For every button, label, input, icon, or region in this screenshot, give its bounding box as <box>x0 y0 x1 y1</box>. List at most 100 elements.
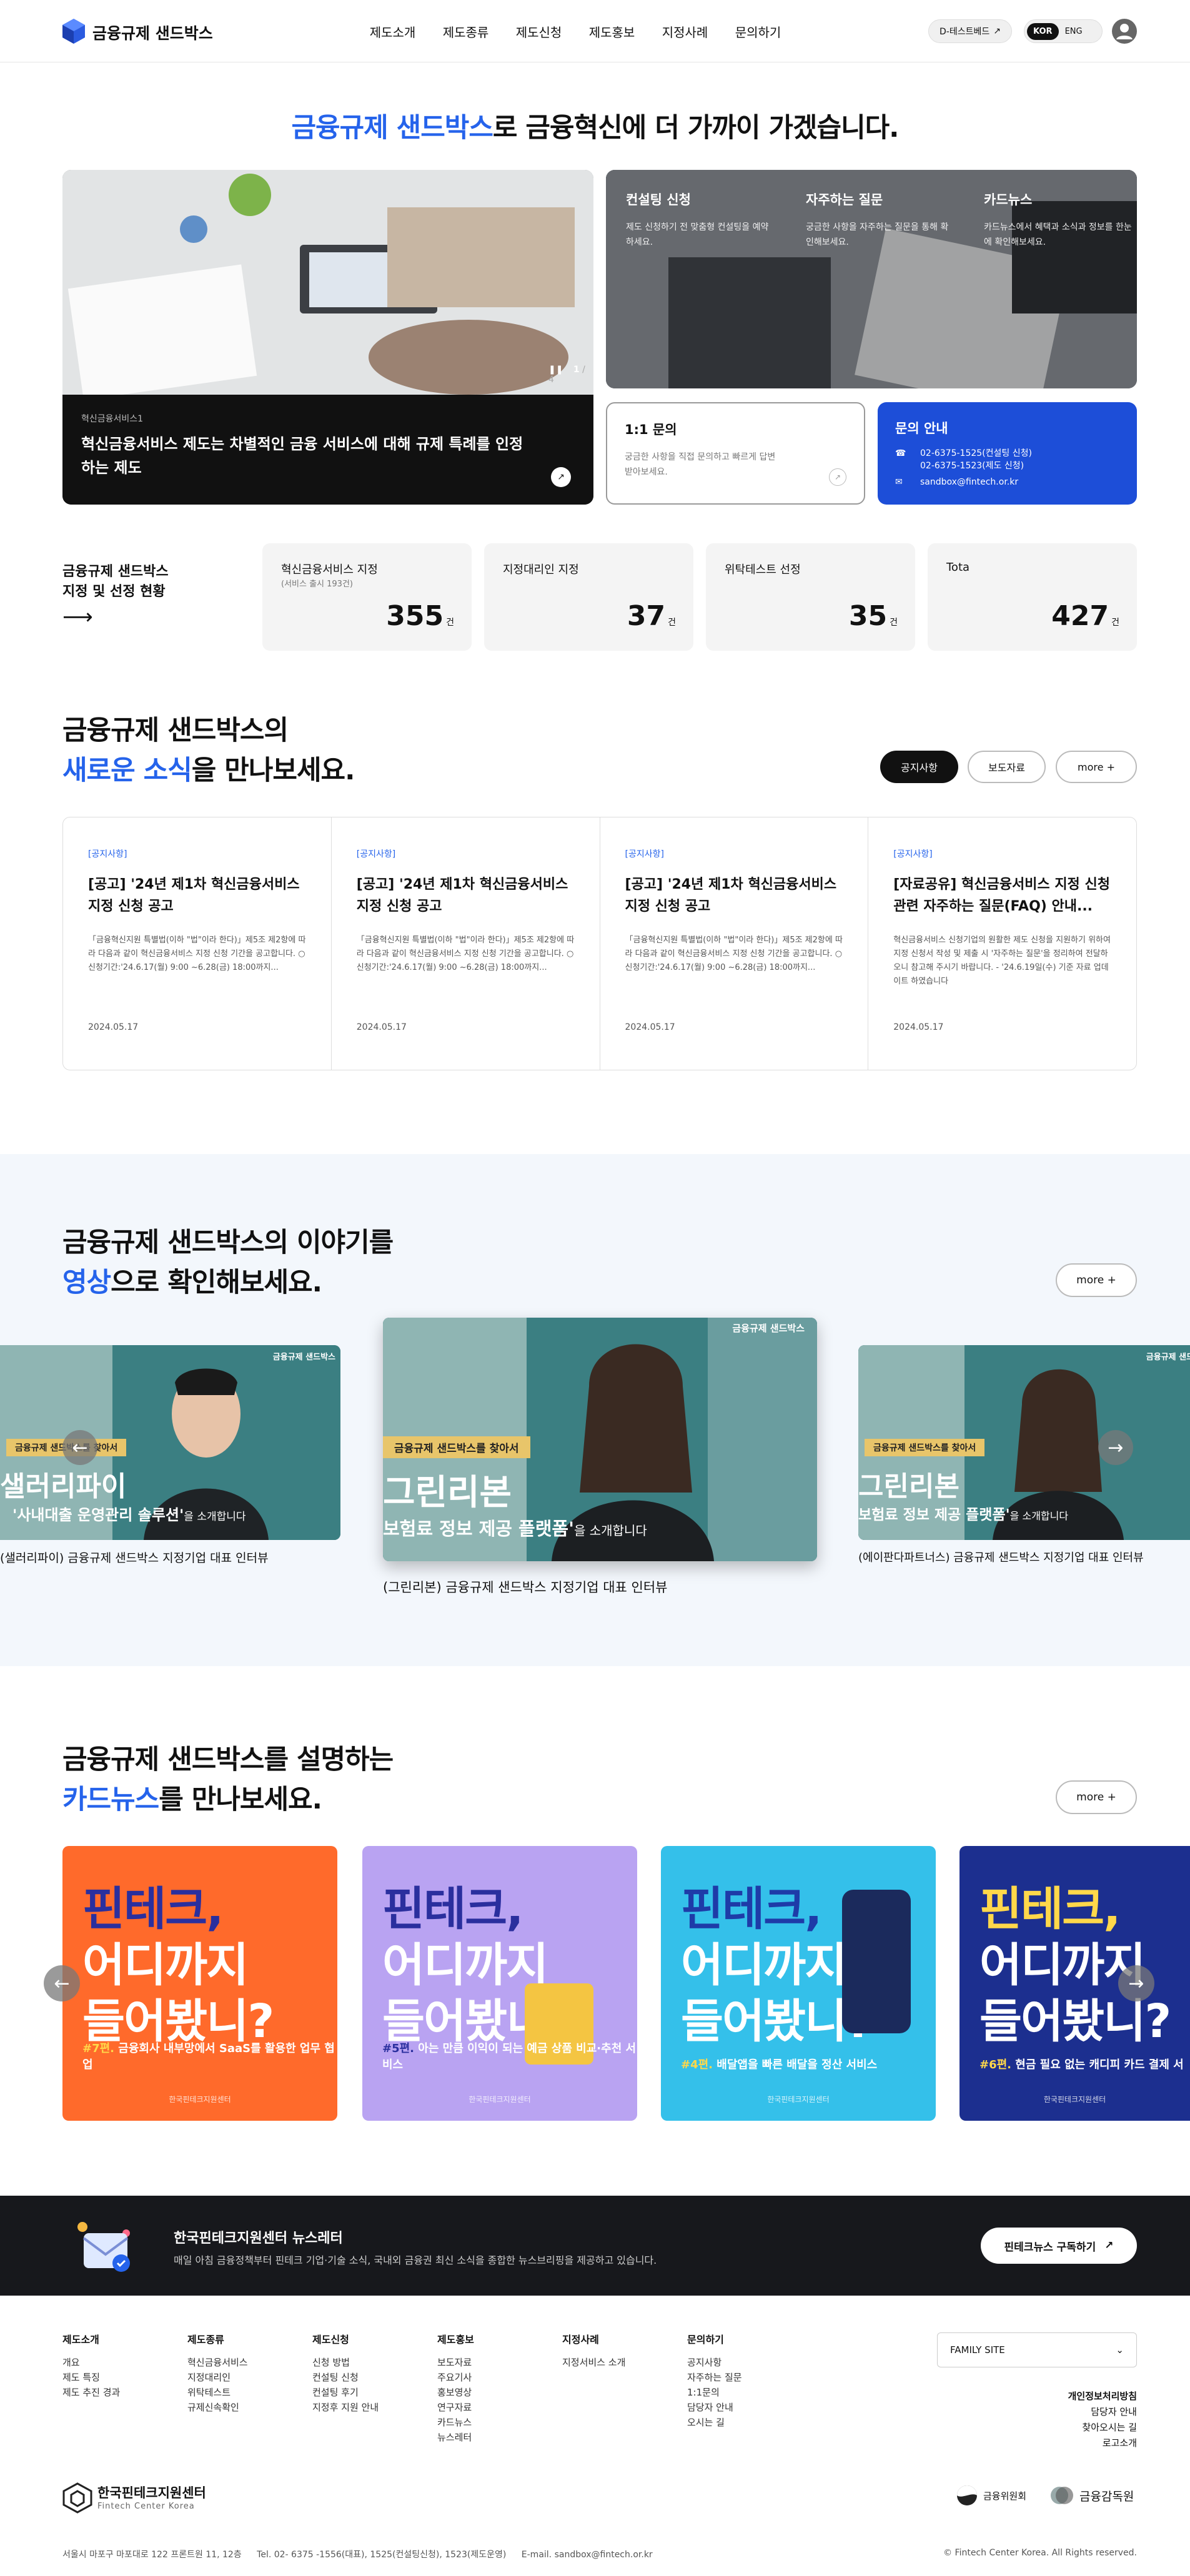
footer-link[interactable]: 홍보영상 <box>437 2385 474 2400</box>
footer-col: 제도종류 혁신금융서비스 지정대리인 위탁테스트 규제신속확인 <box>187 2331 248 2415</box>
lang-kor[interactable]: KOR <box>1027 22 1059 40</box>
user-icon[interactable] <box>1112 19 1137 44</box>
footer-link[interactable]: 제도 추진 경과 <box>62 2385 120 2400</box>
footer-link[interactable]: 자주하는 질문 <box>687 2370 742 2385</box>
footer-col-title[interactable]: 제도홍보 <box>437 2331 474 2346</box>
video-slogan: 보험료 정보 제공 플랫폼'을 소개합니다 <box>383 1514 647 1541</box>
lang-eng[interactable]: ENG <box>1065 27 1083 36</box>
video-thumbnail[interactable]: 금융규제 샌드박스 금융규제 샌드박스를 찾아서 샐러리파이 '사내대출 운영관… <box>0 1345 340 1540</box>
video-thumbnail[interactable]: 금융규제 샌드박스 금융규제 샌드박스를 찾아서 그린리본 보험료 정보 제공 … <box>383 1318 817 1561</box>
footer-col-title[interactable]: 지정사례 <box>562 2331 625 2346</box>
video-next-button[interactable]: → <box>1098 1430 1133 1465</box>
partner-fss[interactable]: 금융감독원 <box>1049 2484 1134 2507</box>
footer-link[interactable]: 담당자 안내 <box>937 2404 1137 2420</box>
stat-unit: 건 <box>446 618 454 628</box>
cardnews-headline: 핀테크, <box>979 1882 1121 1936</box>
slide-counter: ❚❚ 1 / 4 <box>548 365 593 385</box>
nav-item[interactable]: 제도종류 <box>429 22 502 41</box>
footer-link[interactable]: 지정대리인 <box>187 2370 248 2385</box>
footer-link[interactable]: 연구자료 <box>437 2400 474 2415</box>
news-item[interactable]: [공지사항] [자료공유] 혁신금융서비스 지정 신청 관련 자주하는 질문(F… <box>868 817 1136 1070</box>
video-company: 그린리본 <box>858 1471 959 1503</box>
test-bed-button[interactable]: D-테스트베드 ↗ <box>928 19 1012 43</box>
menu-faq[interactable]: 자주하는 질문 궁금한 사항을 자주하는 질문을 통해 확인해보세요. <box>806 190 956 250</box>
footer-link[interactable]: 규제신속확인 <box>187 2400 248 2415</box>
news-category: [공지사항] <box>625 849 664 859</box>
partner-fsc[interactable]: 금융위원회 <box>956 2484 1026 2507</box>
news-title: [공고] '24년 제1차 혁신금융서비스 지정 신청 공고 <box>88 877 300 914</box>
nav-item[interactable]: 제도신청 <box>502 22 575 41</box>
arrow-up-right-icon[interactable]: ↗ <box>551 467 571 487</box>
hero-slide[interactable]: ❚❚ 1 / 4 혁신금융서비스1 혁신금융서비스 제도는 차별적인 금융 서비… <box>62 170 593 505</box>
logo-text[interactable]: 금융규제 샌드박스 <box>92 21 213 44</box>
footer-link[interactable]: 혁신금융서비스 <box>187 2355 248 2370</box>
family-site-select[interactable]: FAMILY SITE ⌄ <box>937 2332 1137 2367</box>
privacy-policy-link[interactable]: 개인정보처리방침 <box>937 2389 1137 2404</box>
footer-link[interactable]: 신청 방법 <box>312 2355 379 2370</box>
main-nav: 제도소개 제도종류 제도신청 제도홍보 지정사례 문의하기 <box>356 22 795 41</box>
arrow-right-icon: → <box>1108 1436 1124 1459</box>
news-more-button[interactable]: more + <box>1056 751 1137 783</box>
footer-link[interactable]: 지정후 지원 안내 <box>312 2400 379 2415</box>
footer-link[interactable]: 보도자료 <box>437 2355 474 2370</box>
contact-email[interactable]: sandbox@fintech.or.kr <box>920 477 1018 487</box>
footer-col-title[interactable]: 문의하기 <box>687 2331 742 2346</box>
footer-link[interactable]: 공지사항 <box>687 2355 742 2370</box>
cardnews-item[interactable]: 핀테크, 어디까지 들어봤니? #5편. 아는 만큼 이익이 되는 예금 상품 비교… <box>362 1846 637 2121</box>
stats-title: 금융규제 샌드박스 지정 및 선정 현황 ⟶ <box>62 562 169 628</box>
footer-link[interactable]: 제도 특징 <box>62 2370 120 2385</box>
news-item[interactable]: [공지사항] [공고] '24년 제1차 혁신금융서비스 지정 신청 공고 「금… <box>63 817 332 1070</box>
footer-link[interactable]: 오시는 길 <box>687 2415 742 2430</box>
video-prev-button[interactable]: ← <box>62 1430 97 1465</box>
footer-link[interactable]: 주요기사 <box>437 2370 474 2385</box>
video-slogan-main: '사내대출 운영관리 솔루션' <box>12 1506 184 1524</box>
footer-link[interactable]: 개요 <box>62 2355 120 2370</box>
stat-unit: 건 <box>668 618 676 628</box>
news-item[interactable]: [공지사항] [공고] '24년 제1차 혁신금융서비스 지정 신청 공고 「금… <box>332 817 600 1070</box>
video-more-button[interactable]: more + <box>1056 1263 1137 1297</box>
footer-col-title[interactable]: 제도소개 <box>62 2331 120 2346</box>
footer-link[interactable]: 카드뉴스 <box>437 2415 474 2430</box>
video-thumbnail[interactable]: 금융규제 샌드박스 금융규제 샌드박스를 찾아서 그린리본 보험료 정보 제공 … <box>858 1345 1190 1540</box>
footer-col-title[interactable]: 제도신청 <box>312 2331 379 2346</box>
footer-link[interactable]: 지정서비스 소개 <box>562 2355 625 2370</box>
nav-item[interactable]: 제도홍보 <box>575 22 648 41</box>
footer-link[interactable]: 뉴스레터 <box>437 2430 474 2445</box>
logo-icon[interactable] <box>62 19 85 44</box>
footer-link[interactable]: 담당자 안내 <box>687 2400 742 2415</box>
footer-link[interactable]: 로고소개 <box>937 2435 1137 2451</box>
footer-col-title[interactable]: 제도종류 <box>187 2331 248 2346</box>
nav-item[interactable]: 제도소개 <box>356 22 429 41</box>
cardnews-episode: #4편. <box>681 2058 713 2071</box>
cardnews-text: 현금 필요 없는 캐디피 카드 결제 서 <box>1015 2058 1184 2071</box>
footer-link[interactable]: 위탁테스트 <box>187 2385 248 2400</box>
footer-link[interactable]: 1:1문의 <box>687 2385 742 2400</box>
menu-cardnews[interactable]: 카드뉴스 카드뉴스에서 혜택과 소식과 정보를 한눈에 확인해보세요. <box>984 190 1134 250</box>
footer-link[interactable]: 컨설팅 후기 <box>312 2385 379 2400</box>
pause-icon[interactable]: ❚❚ <box>548 365 563 375</box>
video-slogan-main: 보험료 정보 제공 플랫폼' <box>383 1518 574 1539</box>
footer-link[interactable]: 찾아오시는 길 <box>937 2420 1137 2435</box>
org-name: 한국핀테크지원센터 <box>97 2485 206 2500</box>
arrow-right-icon[interactable]: ⟶ <box>62 606 169 628</box>
news-title: [공고] '24년 제1차 혁신금융서비스 지정 신청 공고 <box>356 877 568 914</box>
newsletter-subscribe-button[interactable]: 핀테크뉴스 구독하기 ↗ <box>981 2228 1137 2264</box>
cardnews-prev-button[interactable]: ← <box>44 1965 80 2001</box>
nav-item[interactable]: 지정사례 <box>648 22 721 41</box>
footer-link[interactable]: 컨설팅 신청 <box>312 2370 379 2385</box>
tab-notice[interactable]: 공지사항 <box>880 751 958 783</box>
menu-consulting[interactable]: 컨설팅 신청 제도 신청하기 전 맞춤형 컨설팅을 예약하세요. <box>626 190 776 250</box>
cardnews-item[interactable]: 핀테크, 어디까지 들어봤니? #6편. 현금 필요 없는 캐디피 카드 결제 서 … <box>959 1846 1190 2121</box>
video-company: 샐러리파이 <box>0 1471 127 1503</box>
cardnews-more-button[interactable]: more + <box>1056 1780 1137 1814</box>
stat-value: 355 <box>386 600 444 632</box>
nav-item[interactable]: 문의하기 <box>721 22 795 41</box>
cardnews-next-button[interactable]: → <box>1118 1965 1154 2001</box>
cardnews-item[interactable]: 핀테크, 어디까지 들어봤니? #4편. 배달앱을 빠른 배달을 정산 서비스 한국… <box>661 1846 936 2121</box>
news-item[interactable]: [공지사항] [공고] '24년 제1차 혁신금융서비스 지정 신청 공고 「금… <box>600 817 869 1070</box>
inquiry-card[interactable]: 1:1 문의 궁금한 사항을 직접 문의하고 빠르게 답변 받아보세요. ↗ <box>606 402 865 505</box>
contact-phone2: 02-6375-1523(제도 신청) <box>920 461 1024 471</box>
footer-col: 제도홍보 보도자료 주요기사 홍보영상 연구자료 카드뉴스 뉴스레터 <box>437 2331 474 2445</box>
cardnews-item[interactable]: 핀테크, 어디까지 들어봤니? #7편. 금융회사 내부망에서 SaaS를 활용한 … <box>62 1846 337 2121</box>
tab-press[interactable]: 보도자료 <box>968 751 1046 783</box>
